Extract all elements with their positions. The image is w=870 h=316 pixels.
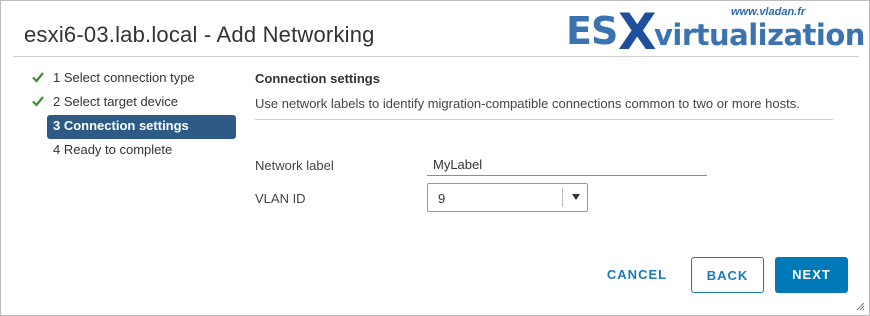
step-ready-to-complete[interactable]: 4 Ready to complete (31, 139, 237, 163)
section-title: Connection settings (255, 71, 380, 86)
watermark-brand-suffix: virtualization (654, 18, 865, 52)
check-icon (32, 96, 44, 107)
check-icon (32, 72, 44, 83)
step-label: 1 Select connection type (53, 70, 195, 85)
watermark-brand-x: X (618, 3, 657, 61)
chevron-down-icon[interactable] (572, 194, 580, 200)
resize-handle-icon[interactable] (855, 301, 865, 311)
step-content: Connection settings Use network labels t… (255, 71, 833, 120)
step-label: 2 Select target device (53, 94, 179, 109)
watermark-url: www.vladan.fr (731, 6, 806, 18)
vlan-id-label: VLAN ID (255, 191, 306, 206)
step-label: 4 Ready to complete (53, 142, 173, 157)
next-button[interactable]: NEXT (775, 257, 848, 293)
step-select-connection-type[interactable]: 1 Select connection type (31, 67, 237, 91)
vlan-id-select[interactable]: 9 (427, 183, 588, 212)
vlan-id-value: 9 (438, 191, 446, 206)
section-divider (255, 119, 833, 120)
select-separator (562, 188, 563, 207)
back-button[interactable]: BACK (691, 257, 764, 293)
network-label-input[interactable] (427, 154, 707, 176)
watermark-brand-prefix: ES (566, 9, 618, 53)
cancel-button[interactable]: CANCEL (597, 257, 677, 293)
step-label: 3 Connection settings (53, 118, 189, 133)
watermark-logo: www.vladan.fr ES X virtualization (566, 1, 866, 61)
step-connection-settings[interactable]: 3 Connection settings (47, 115, 236, 139)
add-networking-dialog: esxi6-03.lab.local - Add Networking www.… (0, 0, 870, 316)
step-select-target-device[interactable]: 2 Select target device (31, 91, 237, 115)
wizard-steps: 1 Select connection type 2 Select target… (31, 67, 237, 163)
dialog-title: esxi6-03.lab.local - Add Networking (24, 22, 375, 47)
title-divider (13, 56, 859, 57)
section-description: Use network labels to identify migration… (255, 96, 800, 111)
network-label-label: Network label (255, 158, 334, 173)
